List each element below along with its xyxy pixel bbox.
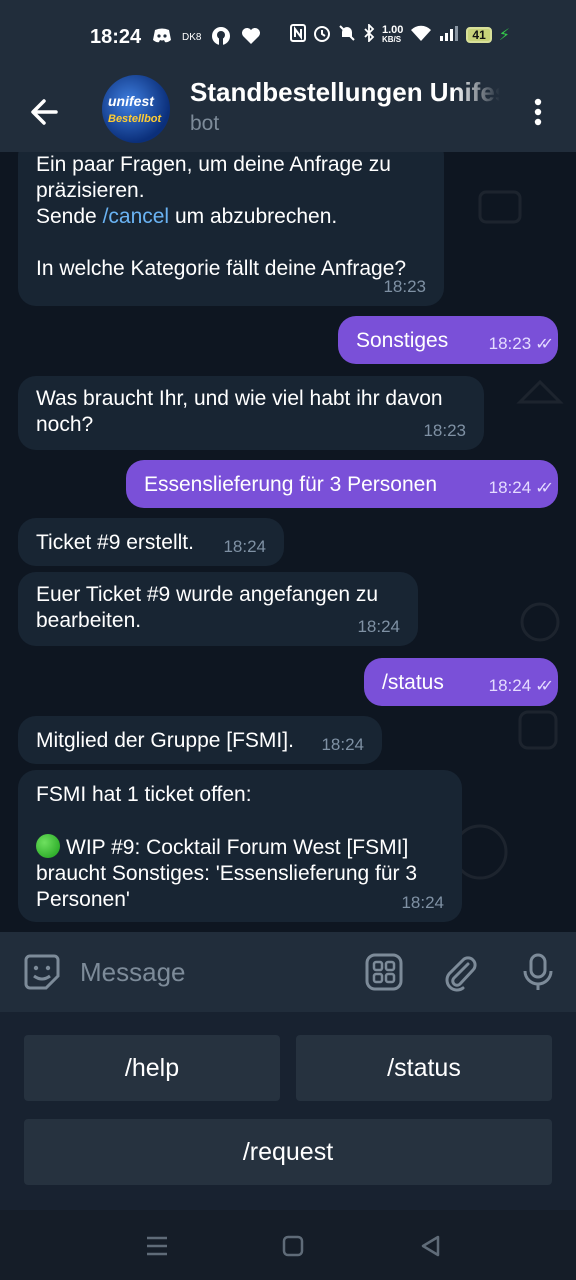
chat-title[interactable]: Standbestellungen Unifest (190, 77, 500, 108)
chat-header: unifest Bestellbot Standbestellungen Uni… (0, 72, 576, 152)
sticker-icon (24, 954, 60, 990)
message-text: Ticket #9 erstellt. (36, 531, 194, 554)
charging-icon: ⚡ (498, 26, 511, 44)
discord-icon (152, 28, 172, 47)
incoming-message[interactable]: FSMI hat 1 ticket offen: WIP #9: Cocktai… (18, 770, 462, 922)
status-time: 18:24 (90, 26, 142, 48)
heart-icon (241, 27, 261, 48)
signal-icon (439, 25, 459, 44)
message-text: Euer Ticket #9 wurde angefangen zu (36, 583, 379, 606)
message-input[interactable]: Message (80, 954, 340, 990)
voice-record-button[interactable] (518, 952, 558, 992)
more-vertical-icon (534, 98, 542, 126)
message-time: 18:23 (423, 421, 466, 440)
arrow-left-icon (31, 99, 58, 125)
message-text: bearbeiten. (36, 609, 142, 632)
notification-icons: DK8 (152, 26, 261, 49)
message-text: Mitglied der Gruppe [FSMI]. (36, 729, 294, 752)
paperclip-icon (445, 956, 477, 992)
avatar-text-bottom: Bestellbot (108, 113, 162, 125)
wifi-icon (410, 24, 432, 45)
message-text: FSMI hat 1 ticket offen: (36, 783, 252, 806)
status-bar: 18:24 DK8 1.00 KB/S 41 ⚡ (0, 0, 576, 72)
message-time: 18:24 ✓✓ (488, 673, 554, 700)
emoji-button[interactable] (22, 952, 62, 992)
message-composer: Message (0, 932, 576, 1012)
incoming-message[interactable]: Euer Ticket #9 wurde angefangen zu bearb… (18, 572, 418, 646)
avatar[interactable]: unifest Bestellbot (102, 75, 170, 143)
attach-button[interactable] (440, 952, 480, 992)
message-time: 18:24 (321, 735, 364, 754)
outgoing-message[interactable]: /status 18:24 ✓✓ (364, 658, 558, 706)
menu-icon (147, 1236, 167, 1256)
back-button[interactable] (26, 92, 66, 132)
message-text: WIP #9: Cocktail Forum West [FSMI] (36, 834, 444, 861)
bluetooth-icon (363, 22, 375, 45)
back-nav-button[interactable] (416, 1232, 446, 1260)
green-circle-icon (36, 834, 60, 858)
message-time: 18:24 (357, 617, 400, 636)
message-text-part: Sende (36, 205, 103, 228)
message-text-part: WIP #9: Cocktail Forum West [FSMI] (66, 836, 409, 859)
cancel-command-link[interactable]: /cancel (103, 205, 170, 228)
alarm-icon (313, 24, 331, 45)
help-command-button[interactable]: /help (24, 1035, 280, 1101)
read-receipt-icon: ✓✓ (535, 480, 554, 497)
dk8-icon: DK8 (182, 32, 202, 43)
net-speed-value: 1.00 (382, 23, 404, 36)
square-icon (282, 1235, 304, 1257)
message-time: 18:24 (401, 893, 444, 912)
incoming-message[interactable]: Was braucht Ihr, und wie viel habt ihr d… (18, 376, 484, 450)
message-text: Sende /cancel um abzubrechen. (36, 204, 426, 230)
message-list[interactable]: Ein paar Fragen, um deine Anfrage zu prä… (0, 152, 576, 932)
read-receipt-icon: ✓✓ (535, 336, 554, 353)
system-icons: 1.00 KB/S 41 ⚡ (290, 22, 511, 45)
message-text: präzisieren. (36, 179, 145, 202)
microphone-icon (523, 953, 553, 990)
message-text: Was braucht Ihr, und wie viel habt ihr d… (36, 387, 443, 410)
message-time-value: 18:23 (488, 334, 532, 353)
github-icon (211, 26, 231, 49)
bot-commands-button[interactable] (364, 952, 404, 992)
nfc-icon (290, 24, 306, 45)
message-time: 18:23 ✓✓ (488, 331, 554, 358)
system-nav-bar (0, 1210, 576, 1280)
message-time: 18:23 (383, 277, 426, 296)
more-options-button[interactable] (528, 92, 548, 132)
message-time: 18:24 (223, 537, 266, 556)
message-text: In welche Kategorie fällt deine Anfrage? (36, 257, 407, 280)
message-time-value: 18:24 (488, 676, 532, 695)
net-speed: 1.00 KB/S (382, 23, 404, 45)
message-text-part: um abzubrechen. (169, 205, 338, 228)
message-text: Sonstiges (356, 329, 449, 352)
status-command-button[interactable]: /status (296, 1035, 552, 1101)
recent-apps-button[interactable] (142, 1232, 172, 1260)
message-text: Essenslieferung für 3 Personen (144, 473, 438, 496)
incoming-message[interactable]: Mitglied der Gruppe [FSMI]. 18:24 (18, 716, 382, 764)
keyboard-grid-icon (365, 953, 403, 991)
triangle-back-icon (421, 1235, 440, 1257)
request-command-button[interactable]: /request (24, 1119, 552, 1185)
message-text: Ein paar Fragen, um deine Anfrage zu (36, 153, 391, 176)
message-time-value: 18:24 (488, 478, 532, 497)
incoming-message[interactable]: Ticket #9 erstellt. 18:24 (18, 518, 284, 566)
chat-subtitle: bot (190, 112, 220, 135)
message-text: braucht Sonstiges: 'Essenslieferung für … (36, 862, 418, 885)
message-text: Personen' (36, 888, 130, 911)
battery-indicator: 41 (466, 26, 492, 43)
home-button[interactable] (278, 1232, 308, 1260)
outgoing-message[interactable]: Essenslieferung für 3 Personen 18:24 ✓✓ (126, 460, 558, 508)
mute-icon (338, 24, 356, 45)
message-time: 18:24 ✓✓ (488, 475, 554, 502)
message-text: noch? (36, 413, 94, 436)
message-text: /status (382, 671, 444, 694)
incoming-message[interactable]: Ein paar Fragen, um deine Anfrage zu prä… (18, 152, 444, 306)
bot-keyboard: /help /status /request (0, 1012, 576, 1210)
net-speed-unit: KB/S (382, 34, 402, 44)
avatar-text-top: unifest (108, 93, 154, 109)
outgoing-message[interactable]: Sonstiges 18:23 ✓✓ (338, 316, 558, 364)
read-receipt-icon: ✓✓ (535, 678, 554, 695)
